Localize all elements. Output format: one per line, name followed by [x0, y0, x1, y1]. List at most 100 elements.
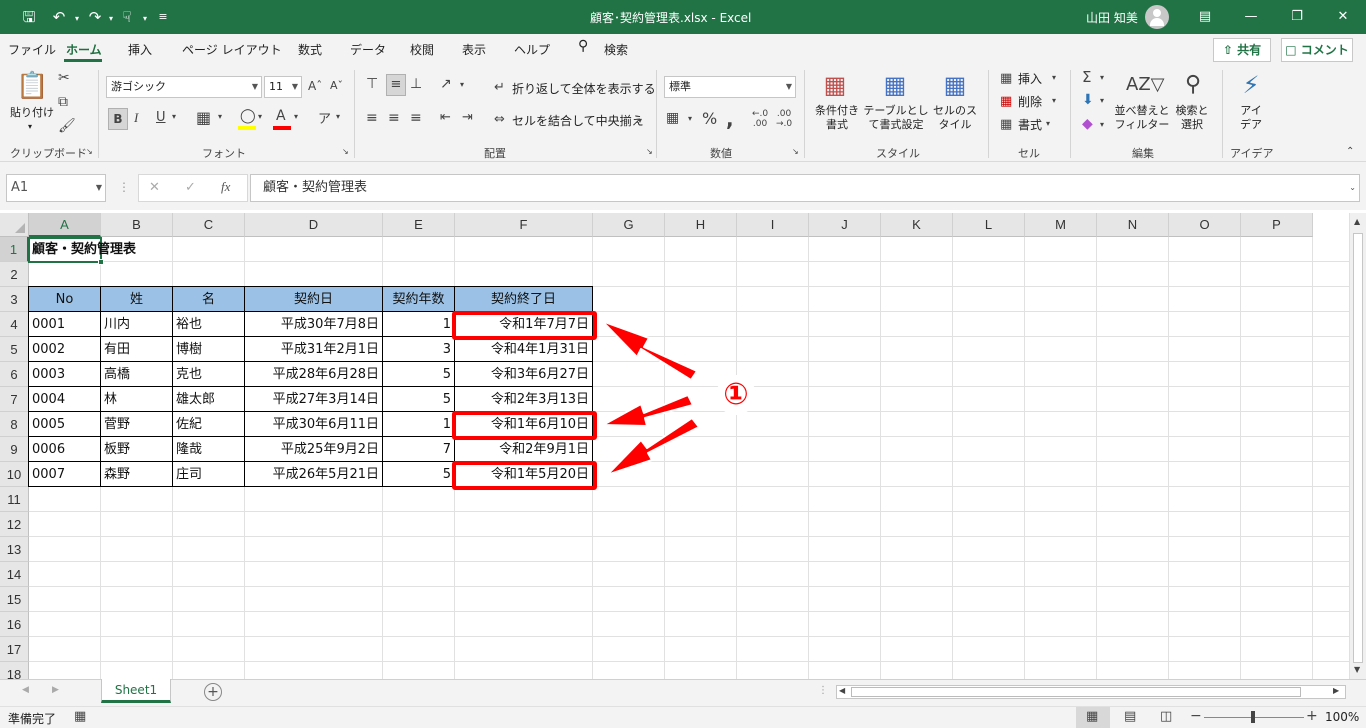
cancel-icon[interactable]: ✕ [149, 180, 160, 195]
find-select-icon[interactable]: ⚲ [1178, 70, 1208, 100]
number-launcher-icon[interactable]: ↘ [792, 147, 799, 156]
paste-icon[interactable]: 📋 [16, 70, 48, 102]
insert-cells-button[interactable]: 挿入 [1018, 72, 1042, 86]
format-painter-icon[interactable]: 🖌 [58, 118, 76, 134]
enter-icon[interactable]: ✓ [185, 180, 196, 195]
vertical-scrollbar[interactable]: ▲ ▼ [1349, 213, 1366, 679]
tab-file[interactable]: ファイル [8, 41, 56, 58]
merge-center-icon[interactable]: ⇔ [494, 112, 505, 127]
merge-center-button[interactable]: セルを結合して中央揃え [512, 114, 644, 128]
insert-cells-icon[interactable]: ▦ [1000, 71, 1012, 86]
align-left-icon[interactable]: ≡ [366, 110, 378, 126]
search-icon[interactable]: ⚲ [578, 38, 588, 54]
delete-dropdown-icon[interactable]: ▾ [1052, 96, 1056, 105]
borders-dropdown-icon[interactable]: ▾ [218, 112, 222, 121]
accounting-dropdown-icon[interactable]: ▾ [688, 114, 692, 123]
percent-icon[interactable]: % [702, 109, 717, 128]
font-color-icon[interactable]: A [276, 108, 286, 124]
phonetic-dropdown-icon[interactable]: ▾ [336, 112, 340, 121]
page-layout-view-icon[interactable]: ▤ [1124, 709, 1136, 724]
format-dropdown-icon[interactable]: ▾ [1046, 119, 1050, 128]
phonetic-icon[interactable]: ア [318, 108, 331, 127]
scroll-left-icon[interactable]: ◀ [839, 686, 845, 695]
scroll-down-icon[interactable]: ▼ [1354, 665, 1360, 674]
expand-formula-icon[interactable]: ⌄ [1349, 175, 1356, 201]
copy-icon[interactable]: ⧉ [58, 94, 68, 110]
comment-button[interactable]: □ コメント [1281, 38, 1353, 62]
merge-dropdown-icon[interactable]: ▾ [638, 116, 642, 125]
underline-button[interactable]: U [156, 110, 166, 125]
zoom-level[interactable]: 100% [1325, 710, 1359, 724]
accounting-format-icon[interactable]: ▦ [666, 110, 679, 126]
next-sheet-icon[interactable]: ▶ [52, 685, 59, 695]
font-color-dropdown-icon[interactable]: ▾ [294, 112, 298, 121]
bold-button[interactable]: B [108, 108, 128, 130]
fill-icon[interactable]: ⬇ [1082, 92, 1094, 108]
orientation-icon[interactable]: ↗ [440, 76, 452, 92]
format-as-table-button[interactable]: テーブルとして書式設定 [862, 104, 930, 132]
align-bottom-icon[interactable]: ⊥ [410, 76, 422, 92]
sort-filter-button[interactable]: 並べ替えとフィルター [1114, 104, 1170, 132]
autosum-dropdown-icon[interactable]: ▾ [1100, 73, 1104, 82]
clipboard-launcher-icon[interactable]: ↘ [86, 147, 93, 156]
user-name[interactable]: 山田 知美 [1086, 9, 1138, 26]
paste-dropdown-icon[interactable]: ▾ [28, 120, 32, 134]
increase-indent-icon[interactable]: ⇥ [462, 110, 473, 125]
scroll-up-icon[interactable]: ▲ [1354, 217, 1360, 226]
conditional-format-icon[interactable]: ▦ [820, 70, 850, 100]
collapse-ribbon-icon[interactable]: ⌃ [1346, 146, 1354, 157]
italic-button[interactable]: I [134, 110, 138, 126]
tab-page-layout[interactable]: ページ レイアウト [182, 41, 282, 58]
wrap-text-icon[interactable]: ↵ [494, 80, 505, 95]
increase-decimal-icon[interactable]: ←.0.00 [752, 109, 768, 129]
minimize-icon[interactable]: — [1228, 0, 1274, 34]
borders-icon[interactable]: ▦ [196, 108, 211, 127]
add-sheet-icon[interactable]: + [204, 683, 222, 701]
close-icon[interactable]: ✕ [1320, 0, 1366, 34]
align-middle-icon[interactable]: ≡ [386, 74, 406, 96]
delete-cells-icon[interactable]: ▦ [1000, 94, 1012, 109]
decrease-font-icon[interactable]: Aˇ [330, 79, 343, 92]
macro-record-icon[interactable]: ▦ [74, 709, 86, 724]
tab-home[interactable]: ホーム [66, 41, 102, 58]
tab-search[interactable]: 検索 [604, 41, 628, 58]
customize-icon[interactable]: ≡ [152, 6, 174, 28]
insert-function-icon[interactable]: fx [221, 179, 230, 195]
decrease-indent-icon[interactable]: ⇤ [440, 110, 451, 125]
clear-icon[interactable]: ◆ [1082, 116, 1093, 132]
format-as-table-icon[interactable]: ▦ [880, 70, 910, 100]
wrap-text-button[interactable]: 折り返して全体を表示する [512, 82, 656, 96]
vertical-scroll-thumb[interactable] [1353, 233, 1363, 663]
conditional-format-button[interactable]: 条件付き書式 [810, 104, 864, 132]
name-box[interactable]: A1 ▼ [6, 174, 106, 202]
alignment-launcher-icon[interactable]: ↘ [646, 147, 653, 156]
format-cells-icon[interactable]: ▦ [1000, 117, 1012, 132]
font-name-select[interactable]: 游ゴシック ▼ [106, 76, 262, 98]
fill-color-icon[interactable]: ◯ [240, 108, 256, 124]
share-button[interactable]: ⇧ 共有 [1213, 38, 1271, 62]
cell-styles-button[interactable]: セルのスタイル [930, 104, 980, 132]
clear-dropdown-icon[interactable]: ▾ [1100, 120, 1104, 129]
fill-dropdown-icon[interactable]: ▾ [1100, 96, 1104, 105]
tab-view[interactable]: 表示 [462, 41, 486, 58]
horizontal-scroll-thumb[interactable] [851, 687, 1301, 697]
decrease-decimal-icon[interactable]: .00 →.0 [776, 109, 792, 129]
cut-icon[interactable]: ✂ [58, 70, 70, 86]
increase-font-icon[interactable]: Aˆ [308, 79, 322, 93]
formula-input[interactable]: 顧客・契約管理表 ⌄ [250, 174, 1360, 202]
number-format-select[interactable]: 標準 ▼ [664, 76, 796, 98]
tab-data[interactable]: データ [350, 41, 386, 58]
orientation-dropdown-icon[interactable]: ▾ [460, 80, 464, 89]
restore-icon[interactable]: ❐ [1274, 0, 1320, 34]
page-break-view-icon[interactable]: ◫ [1160, 709, 1172, 724]
insert-dropdown-icon[interactable]: ▾ [1052, 73, 1056, 82]
tab-help[interactable]: ヘルプ [514, 41, 550, 58]
scroll-right-icon[interactable]: ▶ [1333, 686, 1339, 695]
avatar[interactable] [1145, 5, 1169, 29]
tab-insert[interactable]: 挿入 [128, 41, 152, 58]
tab-formulas[interactable]: 数式 [298, 41, 322, 58]
ideas-button[interactable]: アイデア [1238, 104, 1264, 132]
sheet-tab-sheet1[interactable]: Sheet1 [101, 679, 171, 703]
prev-sheet-icon[interactable]: ◀ [22, 685, 29, 695]
align-top-icon[interactable]: ⊤ [366, 76, 378, 92]
